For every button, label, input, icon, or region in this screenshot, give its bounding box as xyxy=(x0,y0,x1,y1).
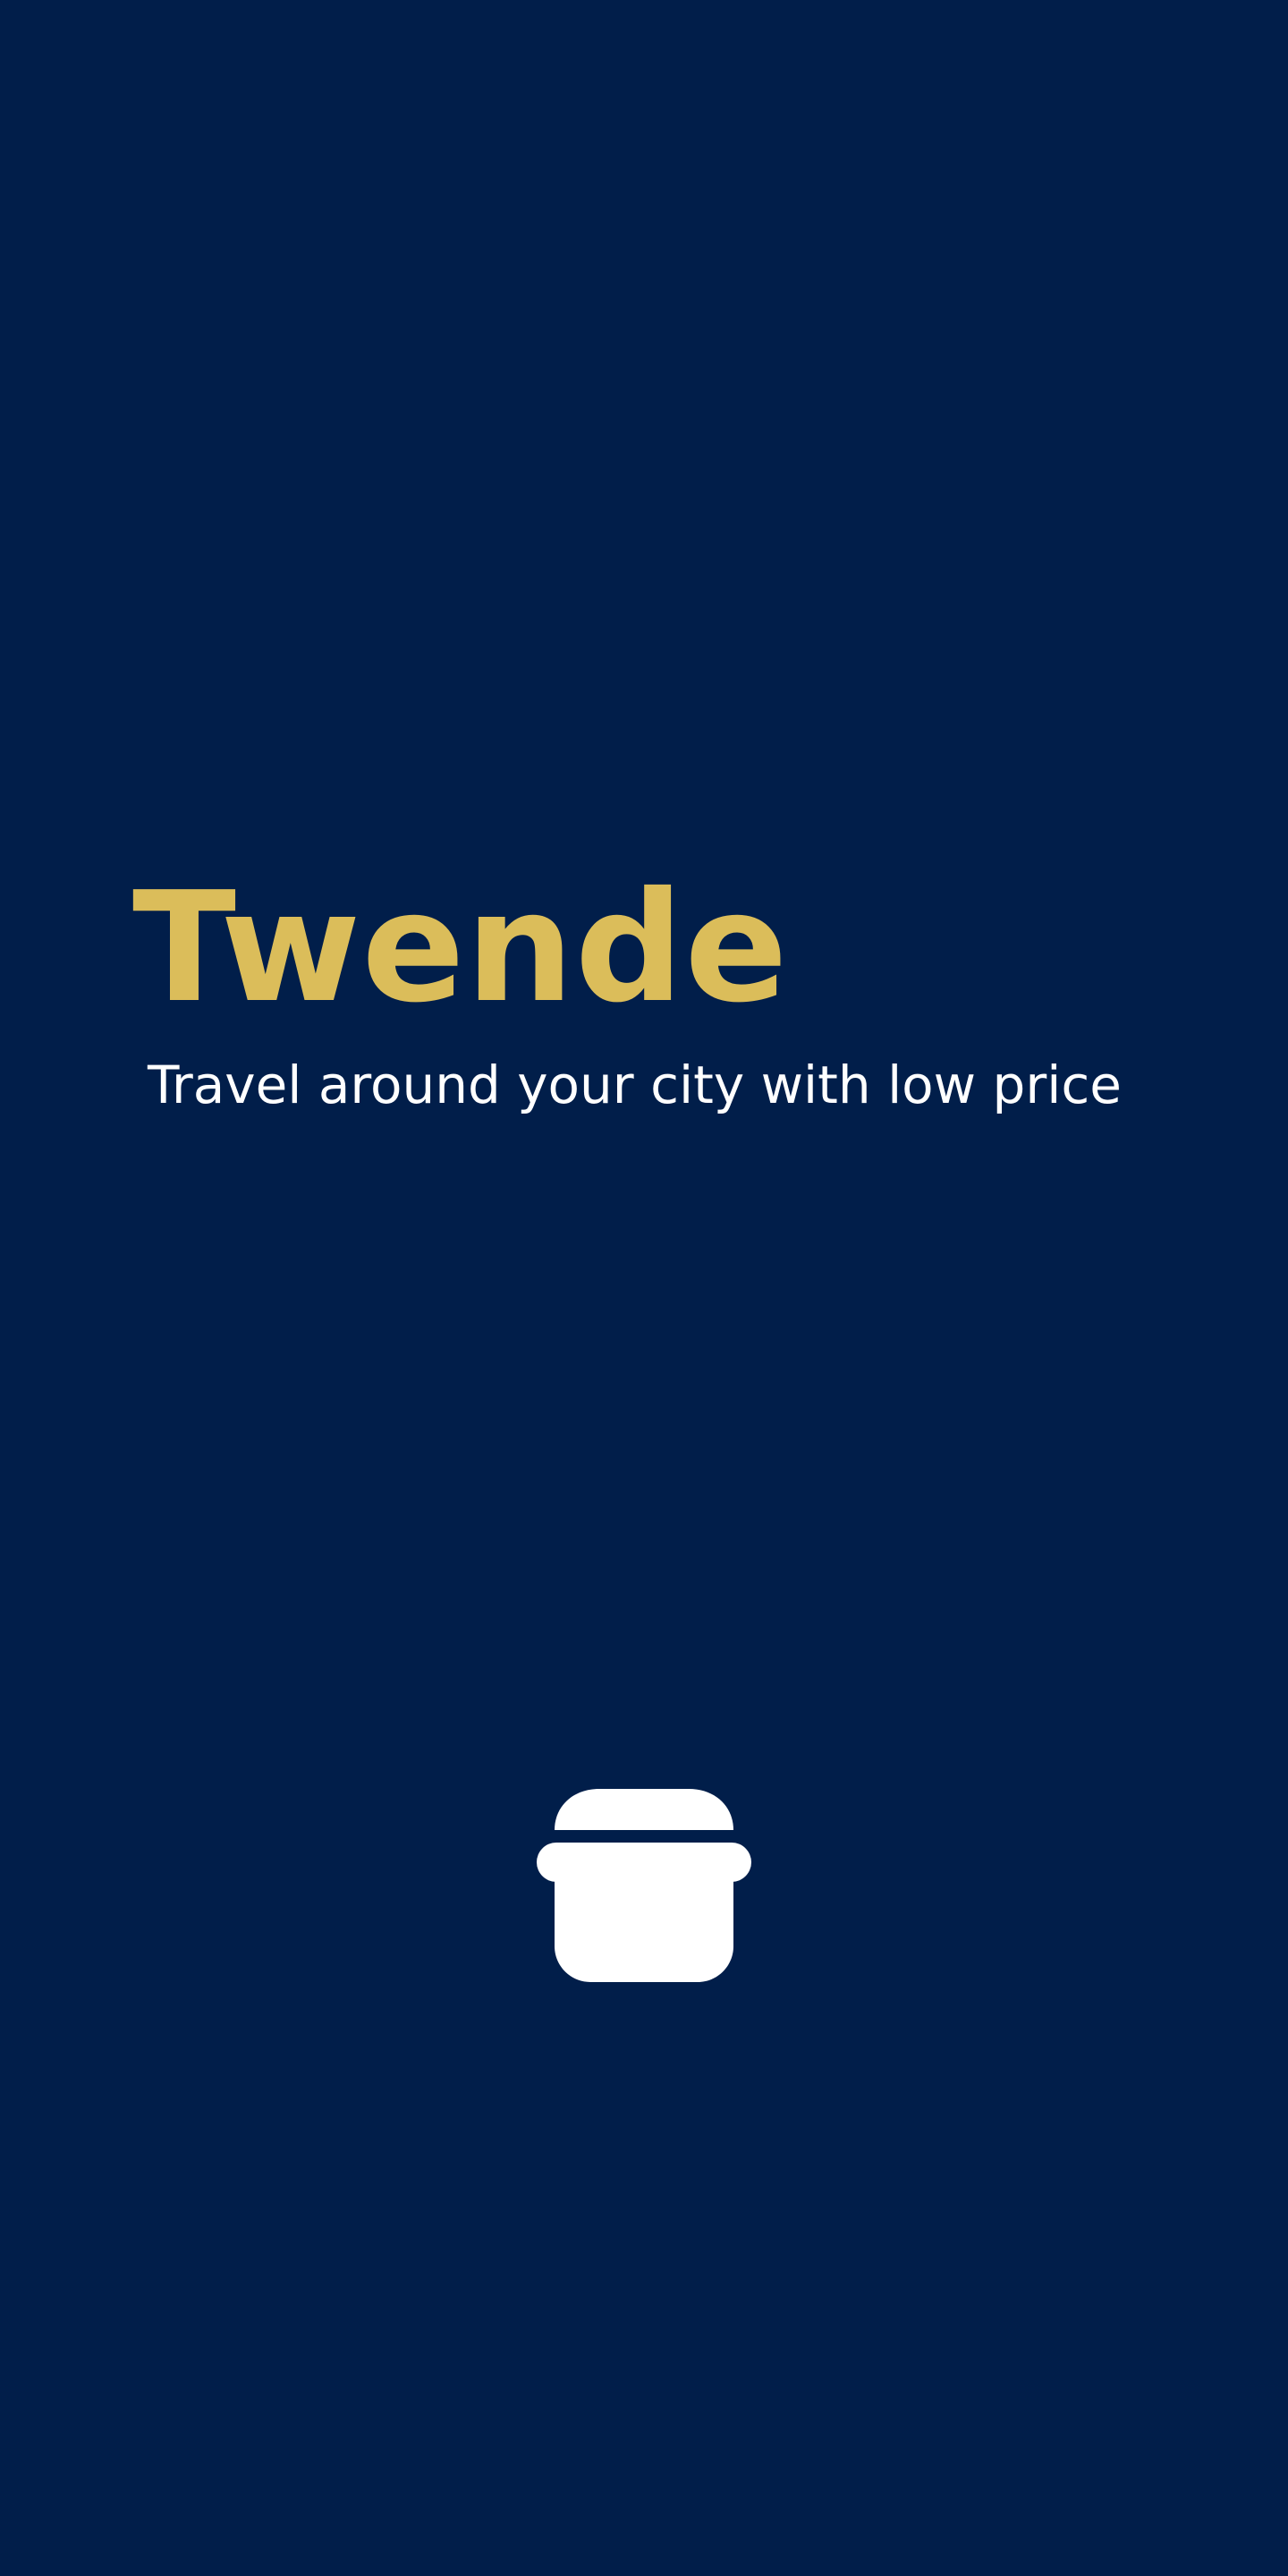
cooking-pot-icon xyxy=(537,1789,751,1982)
app-tagline: Travel around your city with low price xyxy=(148,1055,1122,1115)
app-title: Twende xyxy=(132,860,789,1037)
